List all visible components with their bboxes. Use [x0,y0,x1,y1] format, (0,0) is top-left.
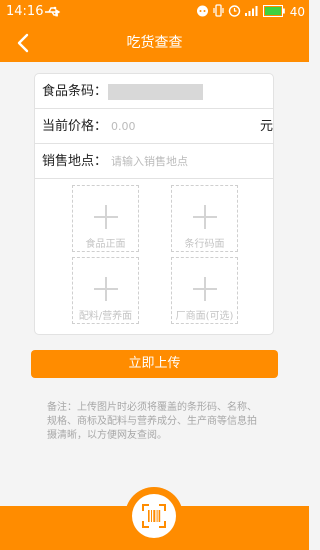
upload-front-slot[interactable]: 食品正面 [72,185,139,252]
upload-label: 配料/营养面 [78,311,133,322]
back-chevron-icon[interactable] [12,31,36,55]
plus-icon [94,277,118,301]
upload-label: 条行码面 [184,239,225,250]
app-header: 吃货查查 [0,24,309,62]
barcode-field[interactable] [108,84,203,100]
plus-icon [94,205,118,229]
location-row: 销售地点： 请输入销售地点 [35,144,273,179]
battery-icon [262,4,285,20]
signal-4g-icon [244,4,260,20]
usb-icon [44,4,62,18]
price-row: 当前价格： 0.00 元 [35,109,273,144]
alarm-icon [228,4,241,20]
upload-ingredients-slot[interactable]: 配料/营养面 [72,257,139,324]
price-label: 当前价格： [42,119,108,134]
location-label: 销售地点： [42,154,108,169]
upload-label: 食品正面 [85,239,126,250]
location-input[interactable]: 请输入销售地点 [111,144,188,179]
plus-icon [193,277,217,301]
barcode-label: 食品条码： [42,84,108,99]
barcode-scan-icon [142,504,166,528]
price-input[interactable]: 0.00 [111,109,136,144]
cat-icon [196,4,209,20]
page-title: 吃货查查 [126,35,183,51]
battery-level: 40 [289,5,305,19]
upload-manufacturer-slot[interactable]: 厂商面(可选) [171,257,238,324]
vibrate-icon [212,4,225,20]
upload-note: 备注：上传图片时必须将覆盖的条形码、名称、规格、商标及配料与营养成分、生产商等信… [47,402,257,441]
price-unit: 元 [260,119,274,134]
upload-label: 厂商面(可选) [175,311,234,322]
status-bar: 14:16 40 [0,0,309,24]
status-time: 14:16 [6,4,44,19]
barcode-row: 食品条码： [35,74,273,109]
product-form-card: 食品条码： 当前价格： 0.00 元 销售地点： 请输入销售地点 食品正面 条行… [34,73,274,335]
plus-icon [193,205,217,229]
upload-barcode-slot[interactable]: 条行码面 [171,185,238,252]
upload-now-button[interactable]: 立即上传 [31,350,278,378]
